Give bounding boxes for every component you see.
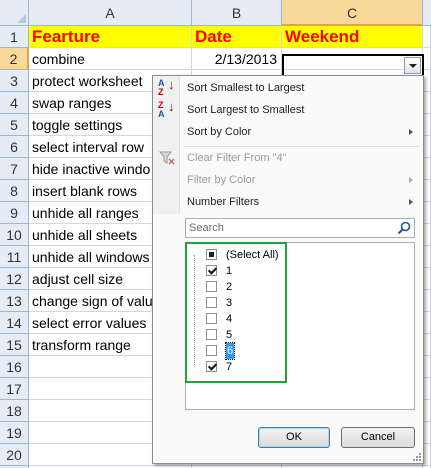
row-header-8[interactable]: 8 xyxy=(0,180,29,202)
cell-d9[interactable] xyxy=(423,202,431,224)
number-filters-label: Number Filters xyxy=(187,196,260,208)
cell-d20[interactable] xyxy=(423,444,431,466)
cell-d13[interactable] xyxy=(423,290,431,312)
cancel-button[interactable]: Cancel xyxy=(341,427,415,448)
cell-d16[interactable] xyxy=(423,356,431,378)
search-placeholder: Search xyxy=(189,222,224,234)
cell-a2[interactable]: combine xyxy=(29,48,192,70)
row-header-3[interactable]: 3 xyxy=(0,70,29,92)
cell-d7[interactable] xyxy=(423,158,431,180)
filter-by-color-item[interactable]: Filter by Color xyxy=(153,169,423,191)
cell-d2[interactable] xyxy=(423,48,431,70)
ok-button[interactable]: OK xyxy=(258,427,330,448)
cell-d5[interactable] xyxy=(423,114,431,136)
column-header-c[interactable]: C xyxy=(282,0,423,26)
column-header-d-partial[interactable] xyxy=(423,0,431,26)
cell-d17[interactable] xyxy=(423,378,431,400)
row-header-1[interactable]: 1 xyxy=(0,26,29,48)
column-header-b[interactable]: B xyxy=(192,0,282,26)
row-header-20[interactable]: 20 xyxy=(0,444,29,466)
row-header-11[interactable]: 11 xyxy=(0,246,29,268)
select-all-corner[interactable] xyxy=(0,0,29,26)
row-header-16[interactable]: 16 xyxy=(0,356,29,378)
submenu-arrow-icon xyxy=(409,199,413,205)
clear-filter-funnel-icon xyxy=(159,151,175,165)
submenu-arrow-icon xyxy=(409,129,413,135)
autofilter-menu: A Z ↓ Sort Smallest to Largest Z A ↓ Sort La… xyxy=(152,75,424,464)
cell-d19[interactable] xyxy=(423,422,431,444)
cell-d8[interactable] xyxy=(423,180,431,202)
sort-descending-item[interactable]: Z A ↓ Sort Largest to Smallest xyxy=(153,99,423,121)
row-header-13[interactable]: 13 xyxy=(0,290,29,312)
sort-by-color-item[interactable]: Sort by Color xyxy=(153,121,423,143)
filter-search-input[interactable]: Search xyxy=(185,218,415,238)
cell-a1[interactable]: Fearture xyxy=(29,26,192,48)
sort-descending-label: Sort Largest to Smallest xyxy=(187,104,305,116)
active-cell-c2[interactable] xyxy=(282,54,424,77)
filter-by-color-label: Filter by Color xyxy=(187,174,256,186)
row-header-4[interactable]: 4 xyxy=(0,92,29,114)
row-header-15[interactable]: 15 xyxy=(0,334,29,356)
filter-dropdown-button[interactable] xyxy=(404,57,421,74)
column-header-a[interactable]: A xyxy=(29,0,192,26)
cell-d11[interactable] xyxy=(423,246,431,268)
highlight-annotation-box xyxy=(185,242,287,383)
cell-d3[interactable] xyxy=(423,70,431,92)
cell-d15[interactable] xyxy=(423,334,431,356)
row-header-12[interactable]: 12 xyxy=(0,268,29,290)
cell-b2[interactable]: 2/13/2013 xyxy=(192,48,282,70)
sort-ascending-item[interactable]: A Z ↓ Sort Smallest to Largest xyxy=(153,77,423,99)
sort-ascending-label: Sort Smallest to Largest xyxy=(187,82,305,94)
row-header-7[interactable]: 7 xyxy=(0,158,29,180)
cell-d6[interactable] xyxy=(423,136,431,158)
row-header-10[interactable]: 10 xyxy=(0,224,29,246)
cell-d14[interactable] xyxy=(423,312,431,334)
cell-d12[interactable] xyxy=(423,268,431,290)
submenu-arrow-icon xyxy=(409,177,413,183)
sort-ascending-icon: A Z ↓ xyxy=(158,77,175,97)
number-filters-item[interactable]: Number Filters xyxy=(153,191,423,213)
row-header-19[interactable]: 19 xyxy=(0,422,29,444)
clear-filter-item[interactable]: Clear Filter From "4" xyxy=(153,147,423,169)
row-header-17[interactable]: 17 xyxy=(0,378,29,400)
row-header-6[interactable]: 6 xyxy=(0,136,29,158)
resize-grip-icon[interactable] xyxy=(411,451,421,461)
cell-d18[interactable] xyxy=(423,400,431,422)
row-header-2[interactable]: 2 xyxy=(0,48,29,70)
cell-d1[interactable] xyxy=(423,26,431,48)
row-header-5[interactable]: 5 xyxy=(0,114,29,136)
sort-by-color-label: Sort by Color xyxy=(187,126,252,138)
search-icon xyxy=(397,221,411,235)
sort-descending-icon: Z A ↓ xyxy=(158,99,175,119)
row-header-9[interactable]: 9 xyxy=(0,202,29,224)
cell-b1[interactable]: Date xyxy=(192,26,282,48)
row-header-18[interactable]: 18 xyxy=(0,400,29,422)
row-header-14[interactable]: 14 xyxy=(0,312,29,334)
cell-d4[interactable] xyxy=(423,92,431,114)
cell-c1[interactable]: Weekend xyxy=(282,26,423,48)
cell-d10[interactable] xyxy=(423,224,431,246)
clear-filter-label: Clear Filter From "4" xyxy=(187,152,287,164)
